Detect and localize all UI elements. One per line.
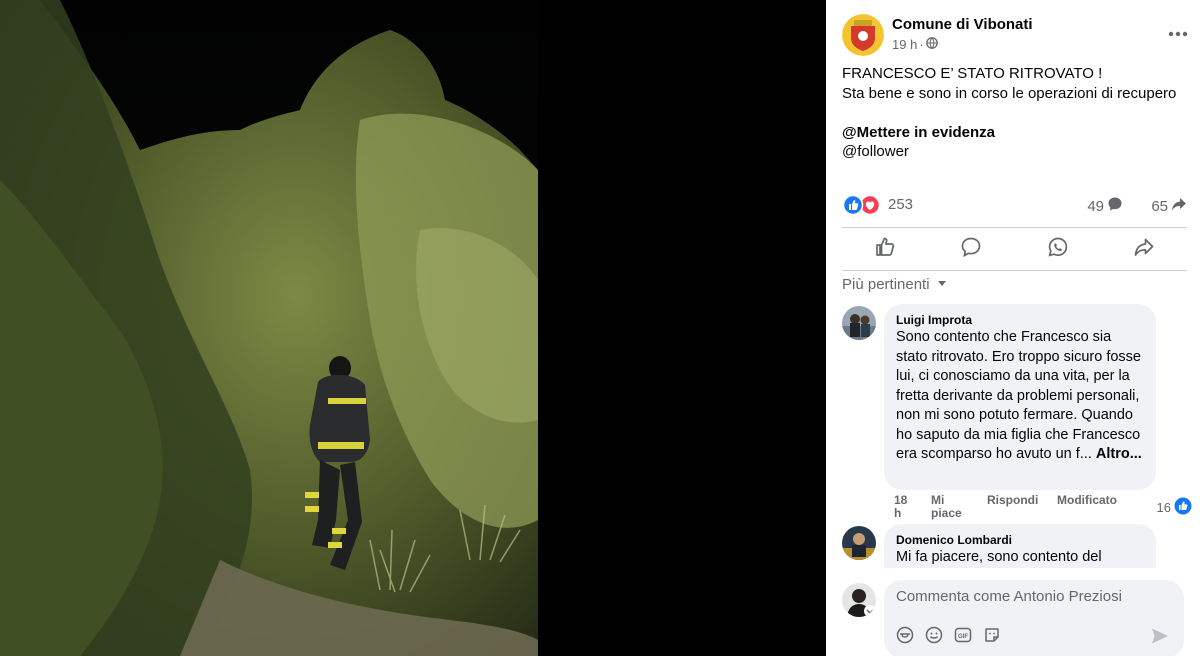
- post-action-bar: [842, 227, 1187, 271]
- comment-item: Luigi Improta Sono contento che Francesc…: [842, 304, 1187, 504]
- comment-input-box: GIF: [884, 580, 1184, 656]
- reactions-summary: 253 49 65: [842, 192, 1187, 218]
- post-line-2: Sta bene e sono in corso le operazioni d…: [842, 84, 1177, 102]
- post-header: Comune di Vibonati 19 h ·: [842, 14, 1192, 58]
- page-avatar[interactable]: [842, 14, 884, 56]
- comment-button[interactable]: [928, 228, 1014, 270]
- comments-count[interactable]: 49: [1087, 196, 1123, 216]
- comment-like-button[interactable]: Mi piace: [931, 494, 967, 520]
- comment-composer: GIF: [826, 568, 1200, 656]
- page-name[interactable]: Comune di Vibonati: [892, 16, 1033, 33]
- comment-text: Sono contento che Francesco sia stato ri…: [896, 329, 1146, 462]
- sort-caret-icon: [936, 276, 948, 293]
- comment-bubble-icon: [1107, 196, 1123, 216]
- comment-author[interactable]: Luigi Improta: [896, 312, 1144, 328]
- composer-tools: GIF: [896, 626, 1001, 644]
- mention-highlight[interactable]: @Mettere in evidenza: [842, 123, 1187, 143]
- comment-bubble: Luigi Improta Sono contento che Francesc…: [884, 304, 1156, 490]
- mention-follower[interactable]: @follower: [842, 142, 1187, 162]
- shares-count[interactable]: 65: [1151, 196, 1187, 216]
- whatsapp-icon: [1047, 236, 1069, 263]
- sticker-icon[interactable]: [896, 626, 914, 644]
- comment-reply-button[interactable]: Rispondi: [987, 494, 1038, 507]
- comment-edited-label[interactable]: Modificato: [1057, 494, 1117, 507]
- camera-sticker-icon[interactable]: [983, 626, 1001, 644]
- post-time[interactable]: 19 h: [892, 37, 917, 52]
- like-icon: [874, 236, 896, 263]
- reactions-count[interactable]: 253: [888, 196, 913, 213]
- sort-label: Più pertinenti: [842, 276, 930, 293]
- more-icon: [1164, 31, 1192, 50]
- reaction-icons[interactable]: [842, 194, 882, 216]
- share-icon: [1133, 236, 1155, 263]
- like-button[interactable]: [842, 228, 928, 270]
- globe-icon: [925, 37, 938, 52]
- whatsapp-button[interactable]: [1015, 228, 1101, 270]
- post-side-panel: Comune di Vibonati 19 h · FRANCESCO E’ S…: [826, 0, 1200, 656]
- send-icon[interactable]: [1150, 626, 1170, 646]
- avatar[interactable]: [842, 526, 876, 560]
- post-photo[interactable]: [0, 0, 538, 656]
- svg-text:GIF: GIF: [958, 634, 968, 640]
- post-message: FRANCESCO E’ STATO RITROVATO ! Sta bene …: [842, 64, 1187, 162]
- emoji-icon[interactable]: [925, 626, 943, 644]
- comment-text: Mi fa piacere, sono contento del: [896, 549, 1102, 565]
- comment-likes[interactable]: 16: [1157, 497, 1192, 518]
- comment-input[interactable]: [896, 588, 1166, 605]
- post-line-1: FRANCESCO E’ STATO RITROVATO !: [842, 65, 1103, 82]
- comment-author[interactable]: Domenico Lombardi: [896, 532, 1144, 548]
- comment-item: Domenico Lombardi Mi fa piacere, sono co…: [842, 524, 1187, 584]
- like-badge-icon: [1174, 497, 1192, 518]
- photo-viewer: [0, 0, 826, 656]
- meta-separator: ·: [919, 37, 924, 52]
- comment-icon: [960, 236, 982, 263]
- share-button[interactable]: [1101, 228, 1187, 270]
- gif-icon[interactable]: GIF: [954, 626, 972, 644]
- comment-time[interactable]: 18 h: [894, 494, 912, 520]
- comment-sort-dropdown[interactable]: Più pertinenti: [842, 276, 948, 293]
- avatar[interactable]: [842, 583, 876, 617]
- more-options-button[interactable]: [1164, 22, 1192, 46]
- share-arrow-icon: [1171, 196, 1187, 216]
- avatar[interactable]: [842, 306, 876, 340]
- post-meta: 19 h ·: [892, 37, 938, 52]
- see-more-link[interactable]: Altro...: [1096, 446, 1142, 462]
